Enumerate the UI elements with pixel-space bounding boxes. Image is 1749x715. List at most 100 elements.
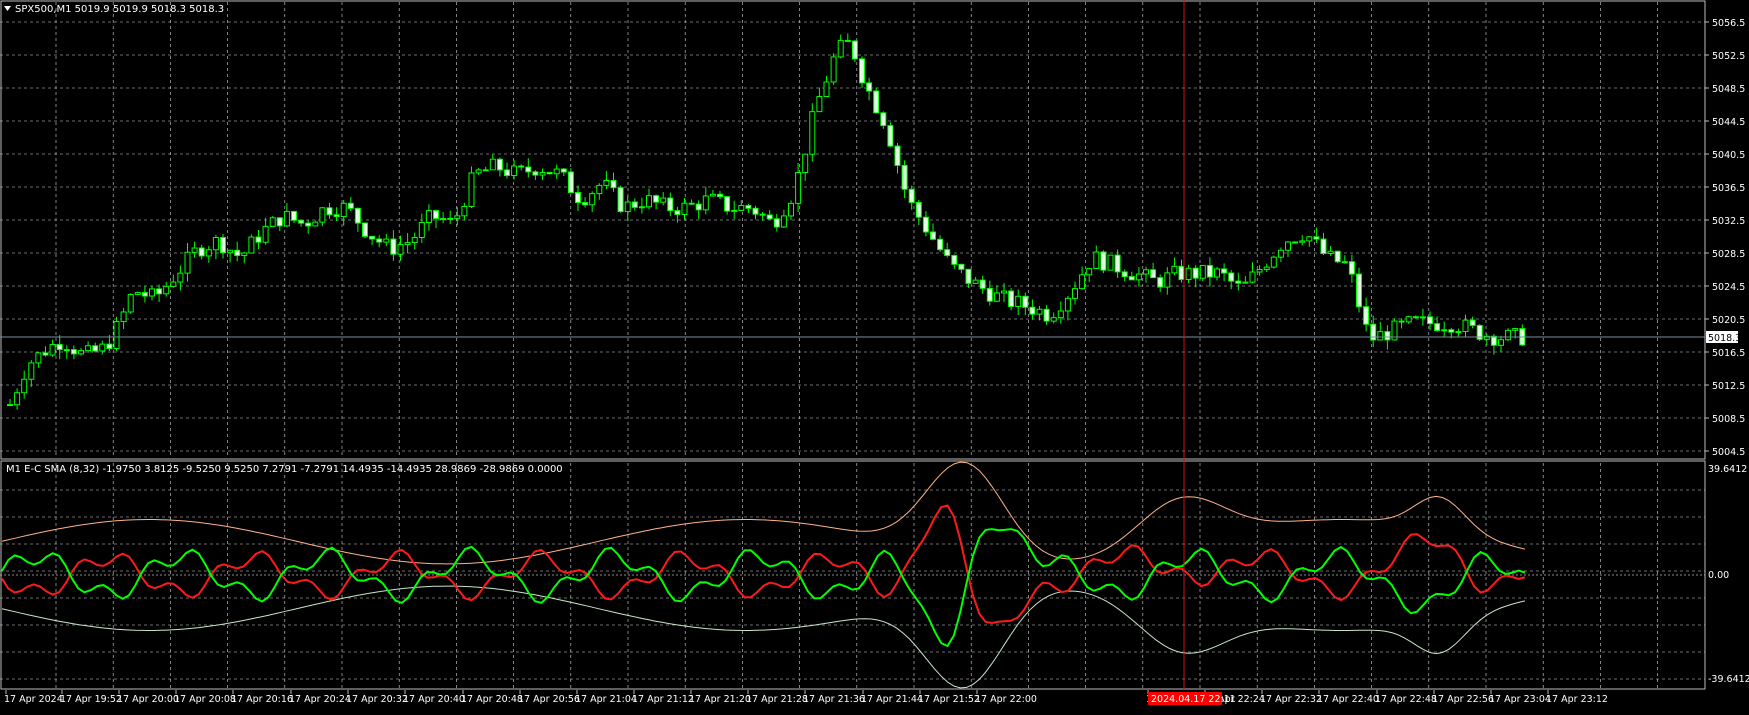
candle-body [688, 202, 695, 205]
candle-body [362, 222, 368, 237]
candle-body [1128, 276, 1135, 281]
current-price-label: 5018.3 [1708, 333, 1741, 344]
candle-body [610, 180, 617, 189]
candle-body [248, 236, 255, 254]
candle-body [305, 222, 312, 227]
candle-body [1157, 277, 1164, 288]
candle-body [1270, 256, 1277, 268]
candle-body [262, 225, 269, 243]
price-tick-label: 5012.5 [1712, 381, 1745, 392]
candle-body [759, 213, 766, 216]
time-tick-label: 17 Apr 21:20 [689, 694, 751, 705]
candle-body [404, 242, 411, 246]
time-tick-label: 17 Apr 20:48 [461, 694, 523, 705]
candle-body [1079, 274, 1086, 290]
candle-body [113, 321, 120, 350]
candle-body [1178, 265, 1185, 281]
price-tick-label: 5048.5 [1712, 84, 1745, 95]
candle-body [1490, 335, 1497, 346]
candle-body [85, 345, 92, 352]
time-tick-label: 17 Apr 23:04 [1489, 694, 1551, 705]
candle-body [965, 268, 972, 284]
candle-body [766, 214, 773, 220]
candle-body [141, 292, 148, 297]
candle-body [504, 169, 510, 177]
candle-body [624, 201, 631, 213]
candle-body [1107, 254, 1114, 271]
candle-body [1086, 268, 1093, 276]
candle-body [880, 112, 887, 127]
candle-body [1235, 280, 1242, 284]
time-tick-label: 17 Apr 21:12 [632, 694, 694, 705]
chart-canvas[interactable]: 5056.5 5052.5 5048.5 5044.5 5040.5 5036.5 5032… [0, 0, 1749, 711]
candle-body [1356, 273, 1362, 308]
candle-body [496, 158, 503, 171]
candle-body [1206, 264, 1213, 278]
candle-body [617, 187, 624, 213]
trading-chart-window[interactable]: 5056.5 5052.5 5048.5 5044.5 5040.5 5036.5 5032… [0, 0, 1749, 711]
candle-body [809, 111, 816, 155]
candle-body [1377, 331, 1384, 341]
candle-body [1228, 272, 1235, 282]
candle-body [1064, 297, 1071, 312]
candle-body [660, 197, 667, 203]
time-tick-label: 17 Apr 22:00 [975, 694, 1037, 705]
candle-body [695, 203, 702, 211]
time-tick-label: 17 Apr 19:52 [60, 694, 122, 705]
candle-body [1022, 295, 1029, 308]
candle-body [1363, 306, 1370, 325]
candle-body [99, 343, 106, 352]
candle-body [1327, 250, 1334, 254]
candle-body [1015, 295, 1022, 308]
main-panel-header: SPX500,M1 5019.9 5019.9 5018.3 5018.3 [15, 4, 224, 15]
candle-body [525, 166, 532, 173]
candle-body [539, 171, 546, 176]
candle-body [731, 209, 738, 212]
time-tick-label: 17 Apr 21:28 [746, 694, 808, 705]
time-tick-label: 17 Apr 23:12 [1546, 694, 1608, 705]
time-tick-label: 17 Apr 20:56 [518, 694, 580, 705]
candle-body [1320, 238, 1327, 254]
candle-body [42, 352, 49, 356]
candle-body [908, 188, 915, 203]
candle-body [844, 39, 851, 42]
candle-body [149, 288, 155, 297]
candle-body [28, 362, 35, 380]
candle-body [468, 172, 475, 207]
candle-body [788, 202, 794, 217]
candle-body [1419, 316, 1426, 319]
candle-body [1434, 323, 1441, 331]
candle-body [1221, 268, 1228, 274]
time-tick-label: 17 Apr 20:32 [346, 694, 408, 705]
candle-body [553, 168, 560, 175]
candle-body [1370, 323, 1377, 341]
candle-body [802, 153, 809, 174]
price-tick-label: 5004.5 [1712, 447, 1745, 458]
candle-body [930, 231, 936, 240]
candle-body [1398, 320, 1405, 323]
candle-body [816, 96, 823, 113]
candle-body [1306, 236, 1313, 242]
candle-body [269, 217, 276, 227]
candle-body [1249, 271, 1256, 283]
candle-body [92, 345, 99, 352]
candle-body [1242, 281, 1249, 284]
price-tick-label: 5056.5 [1712, 18, 1745, 29]
candle-body [227, 249, 234, 254]
candle-body [773, 218, 780, 228]
candle-body [291, 210, 297, 221]
candle-body [1192, 267, 1199, 279]
candle-body [1277, 249, 1284, 258]
candle-body [638, 206, 645, 209]
candle-body [425, 210, 432, 224]
time-tick-label: 17 Apr 20:40 [403, 694, 465, 705]
candle-body [738, 205, 745, 211]
candle-body [1072, 288, 1078, 299]
candle-body [830, 56, 837, 83]
candle-body [1334, 250, 1341, 263]
candle-body [1292, 241, 1299, 244]
candle-body [1150, 269, 1157, 279]
candle-body [418, 222, 425, 239]
candle-body [901, 164, 908, 190]
candle-body [347, 202, 354, 209]
